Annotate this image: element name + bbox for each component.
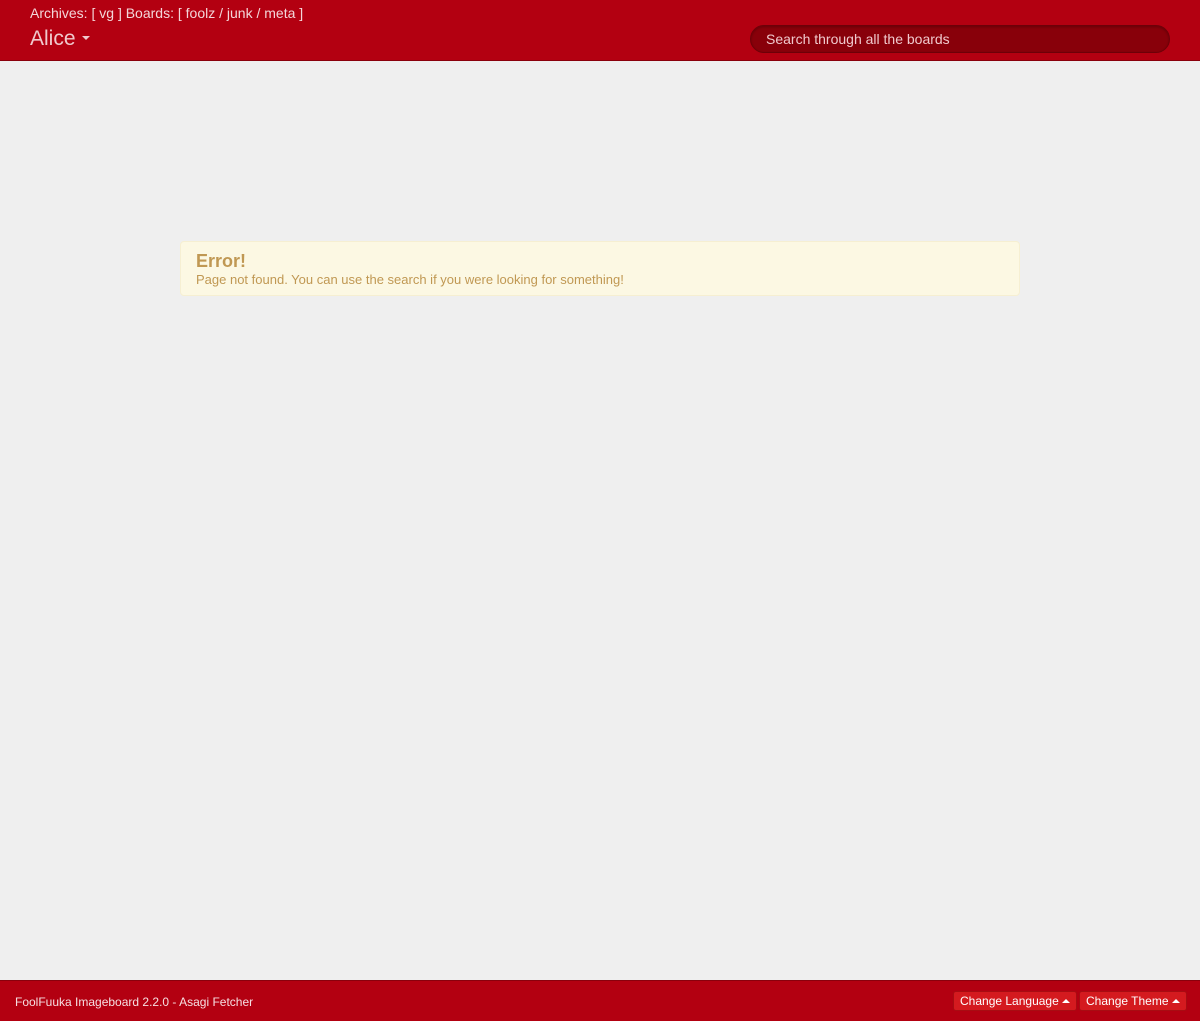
alert-message: Page not found. You can use the search i… — [196, 272, 624, 287]
board-link-foolz[interactable]: foolz — [186, 5, 216, 21]
error-alert: Error! Page not found. You can use the s… — [180, 241, 1020, 296]
caret-up-icon — [1171, 998, 1180, 1003]
archive-link-vg[interactable]: vg — [99, 5, 114, 21]
change-language-label: Change Language — [960, 994, 1059, 1008]
change-theme-label: Change Theme — [1086, 994, 1169, 1008]
change-theme-button[interactable]: Change Theme — [1079, 991, 1187, 1011]
footer-version: FoolFuuka Imageboard 2.2.0 - Asagi Fetch… — [15, 995, 254, 1009]
board-separator: / — [215, 5, 227, 21]
brand-name: Alice — [30, 27, 76, 50]
caret-up-icon — [1061, 998, 1070, 1003]
board-link-meta[interactable]: meta — [264, 5, 295, 21]
search-input[interactable] — [750, 25, 1170, 53]
board-links: Archives: [ vg ] Boards: [ foolz / junk … — [30, 5, 303, 21]
alert-title: Error! — [196, 251, 247, 271]
closing-bracket: ] — [299, 5, 304, 21]
top-navbar: Archives: [ vg ] Boards: [ foolz / junk … — [0, 0, 1200, 61]
board-link-junk[interactable]: junk — [227, 5, 253, 21]
change-language-button[interactable]: Change Language — [953, 991, 1077, 1011]
archives-label: Archives: [ — [30, 5, 96, 21]
board-separator: / — [252, 5, 265, 21]
brand-dropdown[interactable]: Alice — [30, 27, 90, 51]
footer: FoolFuuka Imageboard 2.2.0 - Asagi Fetch… — [0, 980, 1200, 1021]
boards-label: ] Boards: [ — [117, 5, 182, 21]
caret-down-icon — [81, 35, 90, 40]
